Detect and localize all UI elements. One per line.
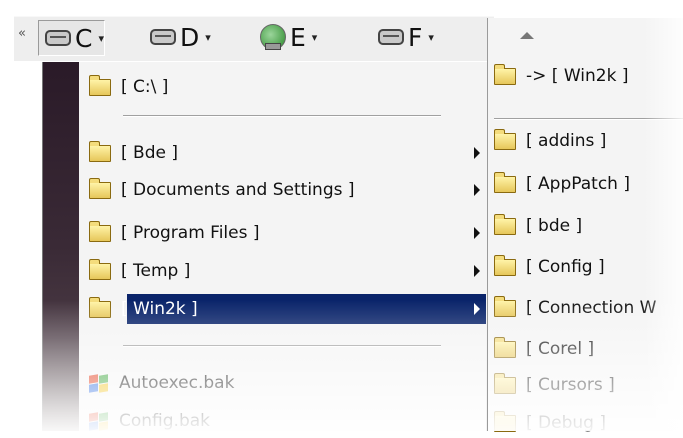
menu-item-temp[interactable]: [ Temp ] — [81, 256, 486, 286]
folder-icon — [494, 63, 516, 85]
submenu-item[interactable]: [ Cursors ] — [494, 370, 615, 400]
menu-item-label: Config.bak — [119, 411, 211, 431]
menu-item-autoexec[interactable]: Autoexec.bak — [81, 368, 486, 398]
folder-icon — [494, 213, 516, 235]
submenu-item[interactable]: [ addins ] — [494, 126, 606, 156]
submenu-arrow-icon — [474, 227, 480, 239]
hard-drive-icon — [150, 29, 176, 45]
menu-sidebar-banner — [43, 62, 79, 431]
submenu-item[interactable]: [ AppPatch ] — [494, 169, 630, 199]
drive-button-c[interactable]: C ▾ — [38, 20, 105, 56]
menu-item-win2k[interactable]: [ Win2k ] — [81, 294, 486, 324]
collapse-chevron-icon[interactable]: « — [18, 27, 30, 41]
submenu-arrow-icon — [474, 265, 480, 277]
menu-item-label: [ Bde ] — [121, 143, 178, 163]
submenu-item[interactable]: [ bde ] — [494, 211, 582, 241]
submenu-item-label: [ AppPatch ] — [526, 174, 630, 194]
folder-icon — [494, 171, 516, 193]
menu-item-label: Autoexec.bak — [119, 373, 235, 393]
menu-item-root[interactable]: [ C:\ ] — [81, 72, 486, 102]
folder-icon — [89, 140, 111, 162]
submenu-item[interactable]: [ Corel ] — [494, 334, 594, 364]
windows-file-icon — [87, 372, 109, 394]
menu-separator — [123, 115, 441, 117]
submenu-item-label: [ addins ] — [526, 131, 607, 151]
win2k-submenu: -> [ Win2k ] [ addins ] [ AppPatch ] [ b… — [487, 18, 683, 433]
submenu-arrow-icon — [474, 303, 480, 315]
submenu-item[interactable]: [ Connection W — [494, 293, 656, 323]
submenu-item-label: [ Connection W — [526, 298, 657, 318]
drive-c-menu: [ C:\ ] [ Bde ] [ Documents and Settings… — [42, 62, 488, 431]
network-drive-icon — [260, 24, 286, 50]
submenu-item[interactable]: [ Config ] — [494, 252, 605, 282]
folder-icon — [494, 254, 516, 276]
drive-button-f[interactable]: F ▾ — [372, 20, 434, 54]
dropdown-caret-icon: ▾ — [205, 30, 211, 44]
menu-item-program-files[interactable]: [ Program Files ] — [81, 218, 486, 248]
submenu-separator — [494, 118, 683, 120]
menu-item-documents-and-settings[interactable]: [ Documents and Settings ] — [81, 175, 486, 205]
folder-icon — [494, 410, 516, 432]
drive-button-e[interactable]: E ▾ — [254, 20, 317, 54]
menu-item-label: [ Program Files ] — [121, 223, 260, 243]
folder-icon — [89, 258, 111, 280]
submenu-item-label: -> [ Win2k ] — [526, 66, 629, 86]
folder-icon — [494, 128, 516, 150]
menu-separator — [123, 345, 441, 347]
drive-button-d[interactable]: D ▾ — [144, 20, 211, 54]
drive-letter: D — [180, 22, 200, 52]
drive-letter: E — [290, 22, 306, 52]
folder-icon — [89, 177, 111, 199]
submenu-item-label: [ Cursors ] — [526, 375, 615, 395]
dropdown-caret-icon: ▾ — [311, 30, 318, 44]
menu-item-label: [ Temp ] — [121, 261, 191, 281]
windows-file-icon — [87, 410, 109, 432]
folder-icon — [89, 296, 111, 318]
submenu-parent-link[interactable]: -> [ Win2k ] — [494, 61, 628, 91]
menu-item-label: [ Win2k ] — [121, 299, 198, 319]
scroll-up-arrow-icon[interactable] — [520, 32, 534, 39]
submenu-arrow-icon — [474, 184, 480, 196]
submenu-item-label: [ Config ] — [526, 257, 605, 277]
dropdown-caret-icon: ▾ — [98, 31, 104, 45]
folder-icon — [494, 336, 516, 358]
submenu-item-label: [ Corel ] — [526, 339, 595, 359]
drive-letter: C — [75, 23, 93, 53]
hard-drive-icon — [378, 29, 404, 45]
menu-item-label: [ C:\ ] — [121, 77, 169, 97]
folder-icon — [494, 372, 516, 394]
submenu-item[interactable]: [ Debug ] — [494, 408, 606, 438]
fade-overlay — [644, 18, 683, 431]
dropdown-caret-icon: ▾ — [428, 30, 434, 44]
submenu-arrow-icon — [474, 147, 480, 159]
folder-icon — [89, 220, 111, 242]
folder-icon — [494, 295, 516, 317]
menu-item-bde[interactable]: [ Bde ] — [81, 138, 486, 168]
submenu-item-label: [ Debug ] — [526, 413, 606, 433]
submenu-item-label: [ bde ] — [526, 216, 583, 236]
hard-drive-icon — [45, 30, 71, 46]
folder-icon — [89, 74, 111, 96]
drive-letter: F — [408, 22, 423, 52]
drive-toolbar: « C ▾ D ▾ E ▾ F ▾ — [14, 16, 494, 61]
menu-item-label: [ Documents and Settings ] — [121, 180, 355, 200]
menu-item-config-bak[interactable]: Config.bak — [81, 406, 486, 436]
